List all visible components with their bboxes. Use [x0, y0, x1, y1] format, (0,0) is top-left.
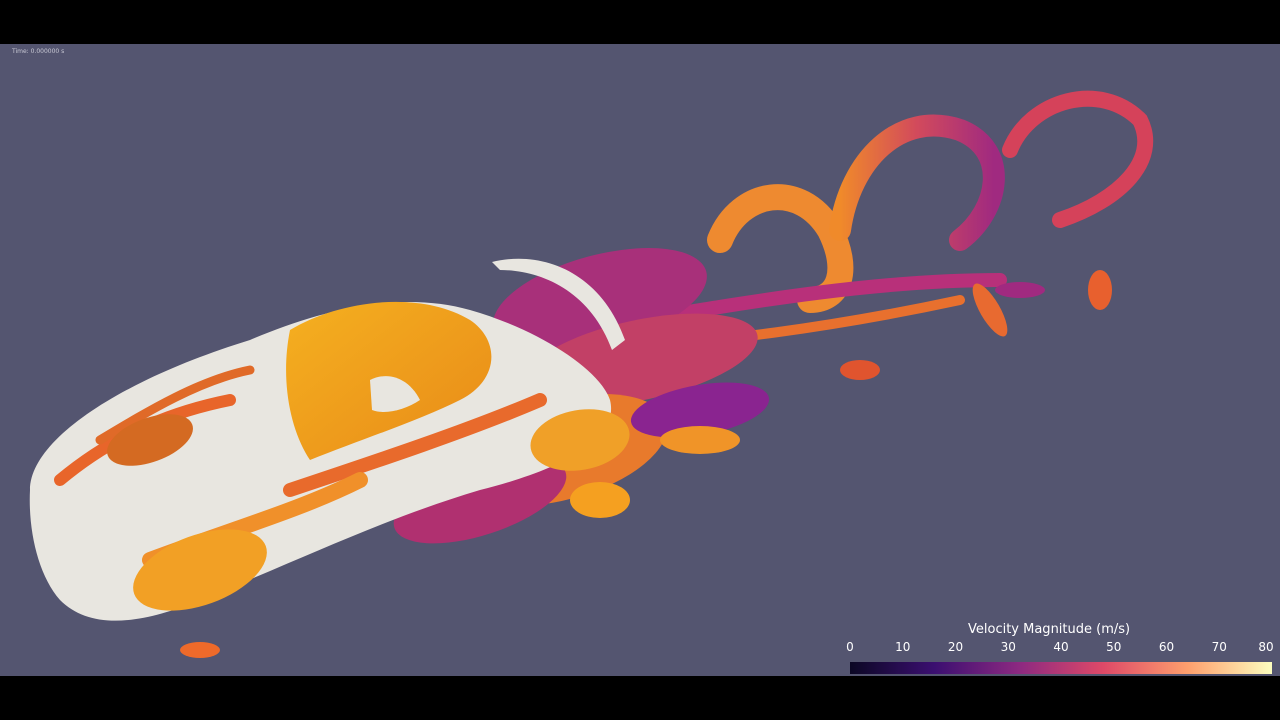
- turbulence-blob: [660, 426, 740, 454]
- turbulence-blob: [180, 642, 220, 658]
- colorbar-title: Velocity Magnitude (m/s): [968, 622, 1131, 637]
- turbulence-blob: [570, 482, 630, 518]
- colorbar-tick: 50: [1106, 640, 1122, 654]
- colorbar-legend: Velocity Magnitude (m/s) 0 10 20 30 40 5…: [846, 620, 1276, 676]
- vortex-ribbon-1: [707, 184, 854, 313]
- wake-vortices: [615, 90, 1154, 355]
- vortex-blob-1: [1088, 270, 1112, 310]
- colorbar-tick: 30: [1000, 640, 1016, 654]
- flow-visualization: [29, 90, 1154, 658]
- vortex-ribbon-2: [829, 114, 1005, 251]
- colorbar-ticks: 0 10 20 30 40 50 60 70 80: [846, 640, 1276, 656]
- colorbar-tick: 0: [846, 640, 854, 654]
- colorbar-tick: 40: [1053, 640, 1069, 654]
- colorbar-tick: 80: [1258, 640, 1274, 654]
- colorbar-tick: 10: [895, 640, 911, 654]
- colorbar-gradient: [850, 662, 1272, 674]
- vortex-blob-3: [995, 282, 1045, 298]
- turbulence-blob: [840, 360, 880, 380]
- colorbar-tick: 70: [1211, 640, 1227, 654]
- colorbar-tick: 60: [1158, 640, 1175, 654]
- vortex-ribbon-3: [1002, 90, 1154, 228]
- colorbar-tick: 20: [947, 640, 964, 654]
- render-viewport[interactable]: Time: 0.000000 s Velocity Magnitude (m/s…: [0, 44, 1280, 676]
